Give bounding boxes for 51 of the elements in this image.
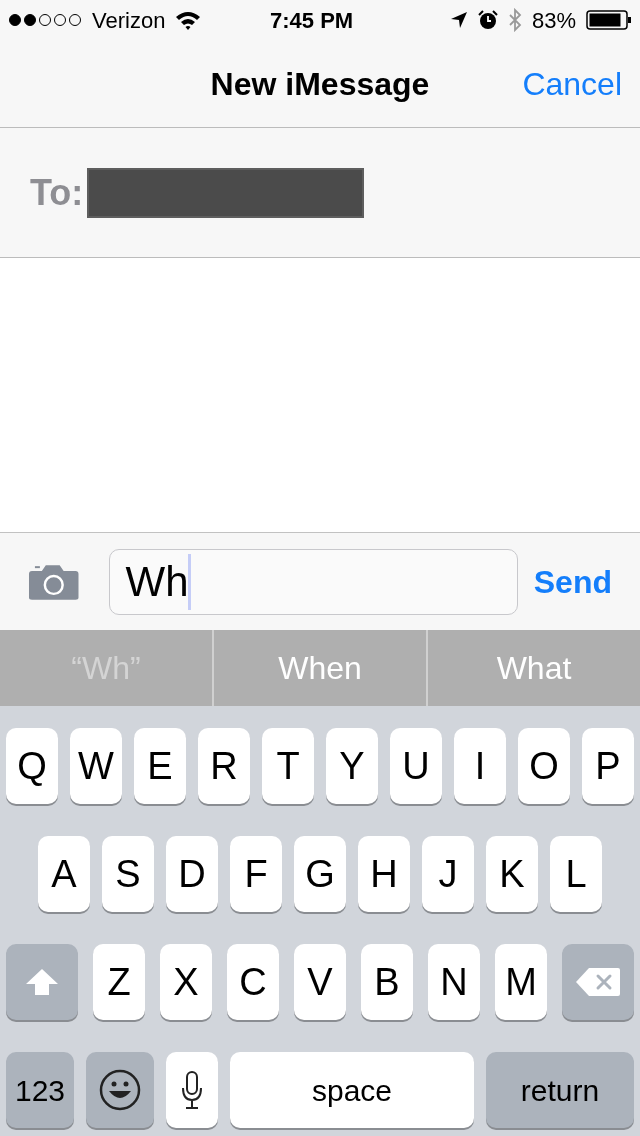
- text-cursor: [188, 553, 192, 610]
- letter-key[interactable]: L: [550, 836, 602, 912]
- letter-key[interactable]: R: [198, 728, 250, 804]
- microphone-key[interactable]: [166, 1052, 218, 1128]
- letter-key[interactable]: A: [38, 836, 90, 912]
- return-key[interactable]: return: [486, 1052, 634, 1128]
- battery-icon: [586, 10, 632, 30]
- smiley-icon: [99, 1069, 141, 1111]
- letter-key[interactable]: U: [390, 728, 442, 804]
- letter-key[interactable]: G: [294, 836, 346, 912]
- numbers-key[interactable]: 123: [6, 1052, 74, 1128]
- letter-key[interactable]: C: [227, 944, 279, 1020]
- letter-key[interactable]: Q: [6, 728, 58, 804]
- letter-key[interactable]: I: [454, 728, 506, 804]
- message-field[interactable]: Wh: [109, 548, 518, 615]
- letter-key[interactable]: S: [102, 836, 154, 912]
- send-button[interactable]: Send: [533, 557, 612, 606]
- letter-key[interactable]: J: [422, 836, 474, 912]
- letter-key[interactable]: E: [134, 728, 186, 804]
- letter-key[interactable]: O: [518, 728, 570, 804]
- carrier-name: Verizon: [92, 6, 166, 35]
- wifi-icon: [175, 10, 202, 30]
- to-label: To:: [30, 170, 84, 215]
- letter-key[interactable]: P: [582, 728, 634, 804]
- letter-key[interactable]: Y: [326, 728, 378, 804]
- battery-percent: 83%: [531, 6, 576, 35]
- delete-icon: [575, 967, 621, 997]
- letter-key[interactable]: T: [262, 728, 314, 804]
- screen-title: New iMessage: [210, 64, 430, 104]
- location-arrow-icon: [449, 11, 468, 29]
- letter-key[interactable]: K: [486, 836, 538, 912]
- letter-key[interactable]: M: [495, 944, 547, 1020]
- alarm-icon: [477, 10, 498, 30]
- camera-icon: [28, 562, 80, 601]
- letter-key[interactable]: D: [166, 836, 218, 912]
- microphone-icon: [181, 1070, 203, 1110]
- letter-key[interactable]: F: [230, 836, 282, 912]
- cancel-button[interactable]: Cancel: [522, 59, 622, 108]
- letter-key[interactable]: X: [160, 944, 212, 1020]
- letter-key[interactable]: W: [70, 728, 122, 804]
- letter-key[interactable]: Z: [93, 944, 145, 1020]
- letter-key[interactable]: H: [358, 836, 410, 912]
- message-text: Wh: [125, 557, 189, 607]
- letter-key[interactable]: B: [361, 944, 413, 1020]
- bluetooth-icon: [507, 8, 522, 32]
- emoji-key[interactable]: [86, 1052, 154, 1128]
- letter-key[interactable]: N: [428, 944, 480, 1020]
- clock-time: 7:45 PM: [270, 6, 354, 35]
- shift-icon: [24, 967, 60, 997]
- space-key[interactable]: space: [230, 1052, 474, 1128]
- letter-key[interactable]: V: [294, 944, 346, 1020]
